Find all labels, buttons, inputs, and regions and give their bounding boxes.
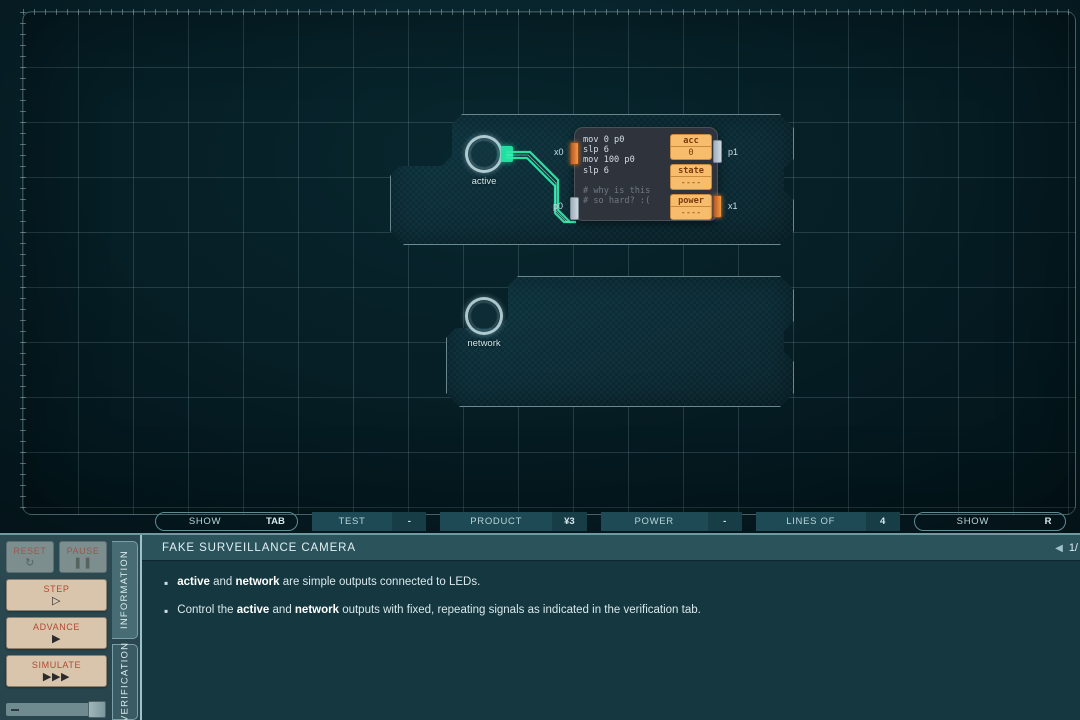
toolbar-show-profiler[interactable]: SHOW PROFILER R <box>913 511 1067 531</box>
panel-header: FAKE SURVEILLANCE CAMERA ◀ 1/ <box>142 535 1080 561</box>
tab-information-label: INFORMATION <box>119 550 130 630</box>
register-value: ---- <box>670 177 712 190</box>
simulation-controls: RESET ↻ PAUSE ❚❚ STEP ▷ ADVANCE ▶ SIMULA… <box>0 535 112 720</box>
toolbar-show-wires[interactable]: SHOW WIRES TAB <box>155 511 298 531</box>
schematic-canvas[interactable]: active mov 0 p0 slp 6 mov 100 p0 slp 6 #… <box>0 0 1080 533</box>
bullet-text: active and network are simple outputs co… <box>177 576 481 588</box>
pause-icon: ❚❚ <box>73 557 93 569</box>
port-x0[interactable] <box>570 142 579 165</box>
toolbar-value: 4 <box>865 511 900 531</box>
toolbar-product-cost: PRODUCT COST ¥3 <box>440 511 587 546</box>
slider-handle[interactable] <box>88 701 106 718</box>
toolbar-test-run[interactable]: TEST RUN - <box>311 511 427 546</box>
toolbar-value: TAB <box>265 515 285 527</box>
panel-tab-strip: INFORMATION VERIFICATION <box>112 535 140 720</box>
led-label-network: network <box>467 338 501 349</box>
register-state: state ---- <box>670 164 712 190</box>
code-line[interactable]: mov 0 p0 <box>583 135 679 145</box>
advance-icon: ▶ <box>51 633 62 645</box>
step-icon: ▷ <box>51 595 62 607</box>
port-label-x1: x1 <box>728 201 738 211</box>
pause-label: PAUSE <box>66 546 100 556</box>
register-name: acc <box>670 134 712 147</box>
tab-verification[interactable]: VERIFICATION <box>112 641 138 720</box>
port-p1[interactable] <box>713 140 722 163</box>
microcontroller-node[interactable]: mov 0 p0 slp 6 mov 100 p0 slp 6 # why is… <box>570 127 722 224</box>
page-title: FAKE SURVEILLANCE CAMERA <box>162 541 356 554</box>
code-comment-line[interactable]: # so hard? :( <box>583 196 679 206</box>
toolbar-label: LINES OF CODE <box>755 511 866 546</box>
simulate-button[interactable]: SIMULATE ▶▶▶ <box>6 655 107 687</box>
toolbar-label: PRODUCT COST <box>440 511 553 546</box>
bullet-icon: ▪ <box>164 603 169 618</box>
code-line[interactable]: slp 6 <box>583 166 679 176</box>
toolbar-value: - <box>392 511 427 531</box>
port-x1[interactable] <box>713 195 722 218</box>
advance-button[interactable]: ADVANCE ▶ <box>6 617 107 649</box>
bullet-text: Control the active and network outputs w… <box>177 603 701 616</box>
list-item: ▪ Control the active and network outputs… <box>164 603 1060 619</box>
register-value: 0 <box>670 147 712 160</box>
toolbar-value: - <box>707 511 742 531</box>
grid-tick-col-left <box>20 12 26 514</box>
toolbar-label: POWER USAGE <box>600 511 708 546</box>
port-label-p0: p0 <box>553 201 564 211</box>
slider-min-marker <box>11 709 19 711</box>
status-toolbar: SHOW WIRES TAB TEST RUN - PRODUCT COST ¥… <box>0 509 1080 546</box>
register-name: power <box>670 194 712 207</box>
controls-top-row: RESET ↻ PAUSE ❚❚ <box>6 541 107 573</box>
bottom-panel: RESET ↻ PAUSE ❚❚ STEP ▷ ADVANCE ▶ SIMULA… <box>0 533 1080 720</box>
port-label-x0: x0 <box>554 147 564 157</box>
canvas-grid <box>20 9 1076 515</box>
led-output-network[interactable]: network <box>465 297 503 349</box>
simulate-label: SIMULATE <box>31 660 82 670</box>
port-p0[interactable] <box>570 197 579 220</box>
grid-tick-row-top <box>23 9 1075 15</box>
reset-button[interactable]: RESET ↻ <box>6 541 54 573</box>
chevron-left-icon[interactable]: ◀ <box>1055 543 1063 554</box>
list-item: ▪ active and network are simple outputs … <box>164 575 1060 591</box>
toolbar-label: SHOW WIRES <box>188 515 222 527</box>
bullet-icon: ▪ <box>164 576 169 590</box>
register-panel: acc 0 state ---- power ---- <box>670 134 712 224</box>
page-indicator: 1/ <box>1068 542 1078 554</box>
code-line[interactable]: slp 6 <box>583 145 679 155</box>
panel-body: ▪ active and network are simple outputs … <box>142 561 1080 618</box>
reset-icon: ↻ <box>25 557 35 569</box>
port-label-p1: p1 <box>728 147 739 157</box>
toolbar-power-usage: POWER USAGE - <box>600 511 742 546</box>
code-editor[interactable]: mov 0 p0 slp 6 mov 100 p0 slp 6 # why is… <box>583 135 679 206</box>
pause-button[interactable]: PAUSE ❚❚ <box>59 541 107 573</box>
toolbar-value: ¥3 <box>552 511 587 531</box>
simulation-speed-slider[interactable] <box>6 701 106 718</box>
code-comment-line[interactable]: # why is this <box>583 186 679 196</box>
register-name: state <box>670 164 712 177</box>
led-ring-icon <box>465 297 503 335</box>
advance-label: ADVANCE <box>32 622 81 632</box>
reset-label: RESET <box>13 546 47 556</box>
toolbar-lines-of-code: LINES OF CODE 4 <box>755 511 900 546</box>
toolbar-value: R <box>1044 515 1052 527</box>
tab-information[interactable]: INFORMATION <box>112 541 138 639</box>
register-acc: acc 0 <box>670 134 712 160</box>
step-label: STEP <box>43 584 70 594</box>
register-value: ---- <box>670 207 712 220</box>
code-line[interactable]: mov 100 p0 <box>583 155 679 165</box>
panel-pager[interactable]: ◀ 1/ <box>1055 535 1080 561</box>
step-button[interactable]: STEP ▷ <box>6 579 107 611</box>
register-power: power ---- <box>670 194 712 220</box>
toolbar-label: TEST RUN <box>311 511 393 546</box>
information-panel: FAKE SURVEILLANCE CAMERA ◀ 1/ ▪ active a… <box>140 535 1080 720</box>
simulate-icon: ▶▶▶ <box>42 671 71 683</box>
toolbar-label: SHOW PROFILER <box>956 515 990 527</box>
tab-verification-label: VERIFICATION <box>119 641 131 720</box>
